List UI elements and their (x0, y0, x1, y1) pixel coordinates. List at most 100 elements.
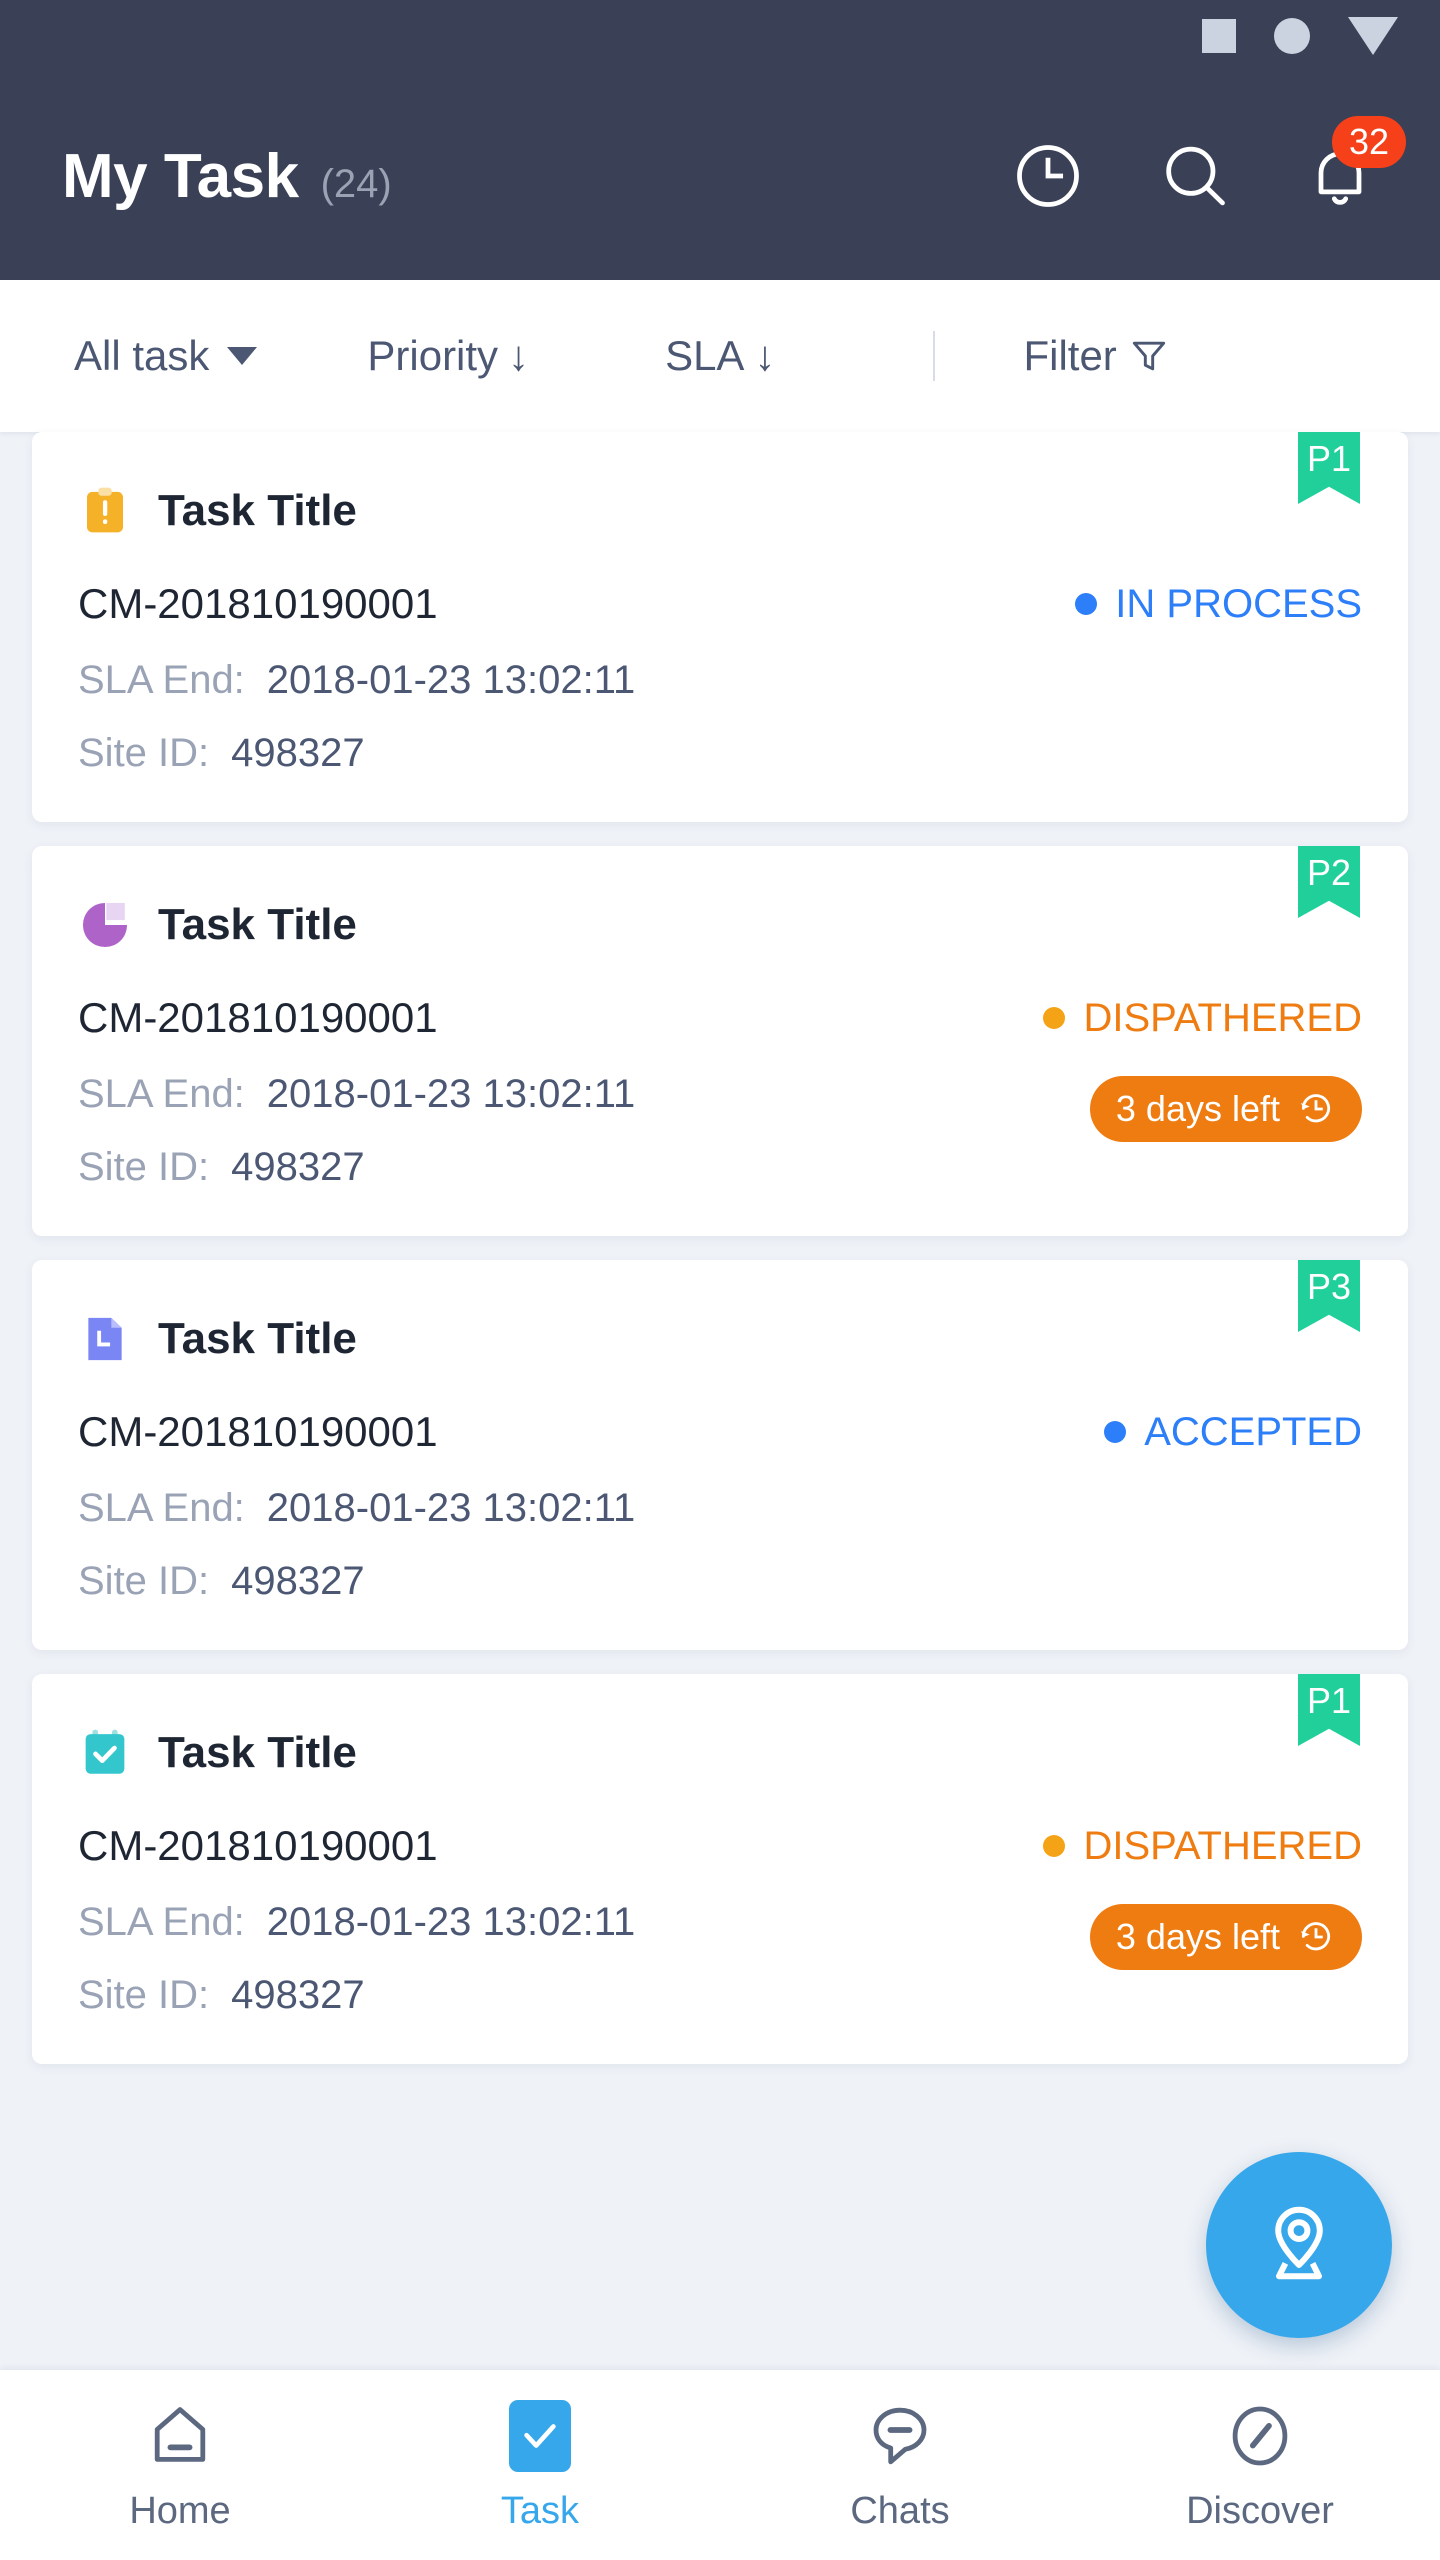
nav-item-chats[interactable]: Chats (720, 2398, 1080, 2533)
bell-icon[interactable]: 32 (1298, 116, 1406, 218)
task-card[interactable]: P1 Task Title CM-201810190001 IN PROCESS … (32, 432, 1408, 822)
task-title: Task Title (158, 1314, 357, 1363)
status-label: IN PROCESS (1115, 581, 1362, 626)
task-id-row: CM-201810190001 DISPATHERED (78, 994, 1362, 1042)
task-id: CM-201810190001 (78, 994, 438, 1041)
sla-row: SLA End: 2018-01-23 13:02:11 3 days left (78, 1072, 1362, 1145)
home-icon (142, 2398, 218, 2474)
chat-icon (862, 2398, 938, 2474)
sla-end: SLA End: 2018-01-23 13:02:11 (78, 658, 635, 703)
days-left-chip[interactable]: 3 days left (1089, 1903, 1362, 1970)
task-count: (24) (320, 161, 392, 206)
task-title: Task Title (158, 900, 357, 949)
filter-all-task-label: All task (74, 332, 210, 379)
task-id: CM-201810190001 (78, 1408, 438, 1455)
history-clock-icon (1301, 1921, 1331, 1950)
task-id-row: CM-201810190001 ACCEPTED (78, 1408, 1362, 1456)
site-id-label: Site ID: (78, 731, 210, 775)
search-icon[interactable] (1152, 134, 1236, 218)
nav-item-task[interactable]: Task (360, 2398, 720, 2533)
filter-all-task[interactable]: All task (74, 332, 258, 380)
filter-button-label: Filter (1023, 332, 1117, 379)
task-id: CM-201810190001 (78, 1822, 438, 1869)
sort-priority[interactable]: Priority ↓ (367, 332, 529, 380)
task-title-row: Task Title (78, 1726, 1362, 1780)
status-label: DISPATHERED (1083, 995, 1362, 1040)
status-dot-icon (1075, 593, 1098, 615)
sla-row: SLA End: 2018-01-23 13:02:11 3 days left (78, 1900, 1362, 1973)
status-dot-icon (1104, 1421, 1127, 1443)
sla-end: SLA End: 2018-01-23 13:02:11 (78, 1486, 635, 1531)
site-id-label: Site ID: (78, 1145, 210, 1189)
sla-end: SLA End: 2018-01-23 13:02:11 (78, 1900, 635, 1945)
check-icon (509, 2399, 571, 2472)
nav-label: Discover (1186, 2489, 1334, 2532)
site-id-value: 498327 (231, 1973, 365, 2017)
task-card[interactable]: P3 Task Title CM-201810190001 ACCEPTED SL… (32, 1260, 1408, 1650)
site-id-value: 498327 (231, 731, 365, 775)
history-clock-icon (1301, 1093, 1331, 1122)
sla-end-label: SLA End: (78, 1486, 245, 1530)
sla-end: SLA End: 2018-01-23 13:02:11 (78, 1072, 635, 1117)
chevron-down-icon (227, 347, 258, 365)
sla-end-label: SLA End: (78, 658, 245, 702)
status-badge: DISPATHERED (1043, 996, 1362, 1041)
task-title-row: Task Title (78, 484, 1362, 538)
notification-badge: 32 (1332, 116, 1406, 168)
task-card[interactable]: P2 Task Title CM-201810190001 DISPATHERED… (32, 846, 1408, 1236)
sla-end-label: SLA End: (78, 1072, 245, 1116)
document-clock-icon (78, 1312, 132, 1366)
clipboard-alert-icon (78, 484, 132, 538)
arrow-down-icon: ↓ (508, 332, 530, 379)
circle-icon (1274, 18, 1310, 54)
arrow-down-icon: ↓ (754, 332, 776, 379)
nav-label: Chats (850, 2489, 950, 2532)
status-label: DISPATHERED (1083, 1823, 1362, 1868)
site-id: Site ID: 498327 (78, 1559, 1362, 1604)
site-id-label: Site ID: (78, 1973, 210, 2017)
site-id-value: 498327 (231, 1559, 365, 1603)
square-icon (1202, 19, 1236, 53)
sla-end-value: 2018-01-23 13:02:11 (266, 1486, 636, 1530)
filter-button[interactable]: Filter (1023, 332, 1170, 380)
days-left-label: 3 days left (1115, 1915, 1280, 1957)
funnel-icon (1132, 341, 1165, 371)
status-dot-icon (1043, 1007, 1066, 1029)
sla-row: SLA End: 2018-01-23 13:02:11 (78, 1486, 1362, 1559)
sort-sla[interactable]: SLA ↓ (665, 332, 775, 380)
clock-icon[interactable] (1006, 134, 1090, 218)
page-title-text: My Task (62, 141, 299, 211)
sort-sla-label: SLA (665, 332, 745, 379)
divider (933, 331, 936, 381)
sla-end-value: 2018-01-23 13:02:11 (266, 1072, 636, 1116)
page-title: My Task (24) (62, 141, 1006, 212)
app-header: My Task (24) 32 (0, 72, 1440, 280)
status-bar (0, 0, 1440, 72)
header-actions: 32 (1006, 116, 1406, 218)
nav-label: Task (500, 2489, 580, 2532)
task-id-row: CM-201810190001 IN PROCESS (78, 580, 1362, 628)
task-id-row: CM-201810190001 DISPATHERED (78, 1822, 1362, 1870)
calendar-check-icon (78, 1726, 132, 1780)
app-root: My Task (24) 32 All task Priority ↓ SLA … (0, 0, 1440, 2560)
task-id: CM-201810190001 (78, 580, 438, 627)
nav-item-discover[interactable]: Discover (1080, 2398, 1440, 2533)
status-badge: ACCEPTED (1104, 1410, 1362, 1455)
status-dot-icon (1043, 1835, 1066, 1857)
status-badge: IN PROCESS (1075, 582, 1362, 627)
days-left-chip[interactable]: 3 days left (1089, 1075, 1362, 1142)
task-card[interactable]: P1 Task Title CM-201810190001 DISPATHERED… (32, 1674, 1408, 2064)
sla-end-value: 2018-01-23 13:02:11 (266, 658, 636, 702)
location-fab-button[interactable] (1206, 2152, 1392, 2338)
bottom-navigation[interactable]: Home Task Chats Discover (0, 2370, 1440, 2560)
site-id: Site ID: 498327 (78, 1973, 1362, 2018)
site-id: Site ID: 498327 (78, 1145, 1362, 1190)
task-title-row: Task Title (78, 1312, 1362, 1366)
sort-priority-label: Priority (367, 332, 499, 379)
pie-chart-icon (78, 898, 132, 952)
site-id-value: 498327 (231, 1145, 365, 1189)
sla-row: SLA End: 2018-01-23 13:02:11 (78, 658, 1362, 731)
nav-item-home[interactable]: Home (0, 2398, 360, 2533)
site-id: Site ID: 498327 (78, 731, 1362, 776)
status-badge: DISPATHERED (1043, 1824, 1362, 1869)
